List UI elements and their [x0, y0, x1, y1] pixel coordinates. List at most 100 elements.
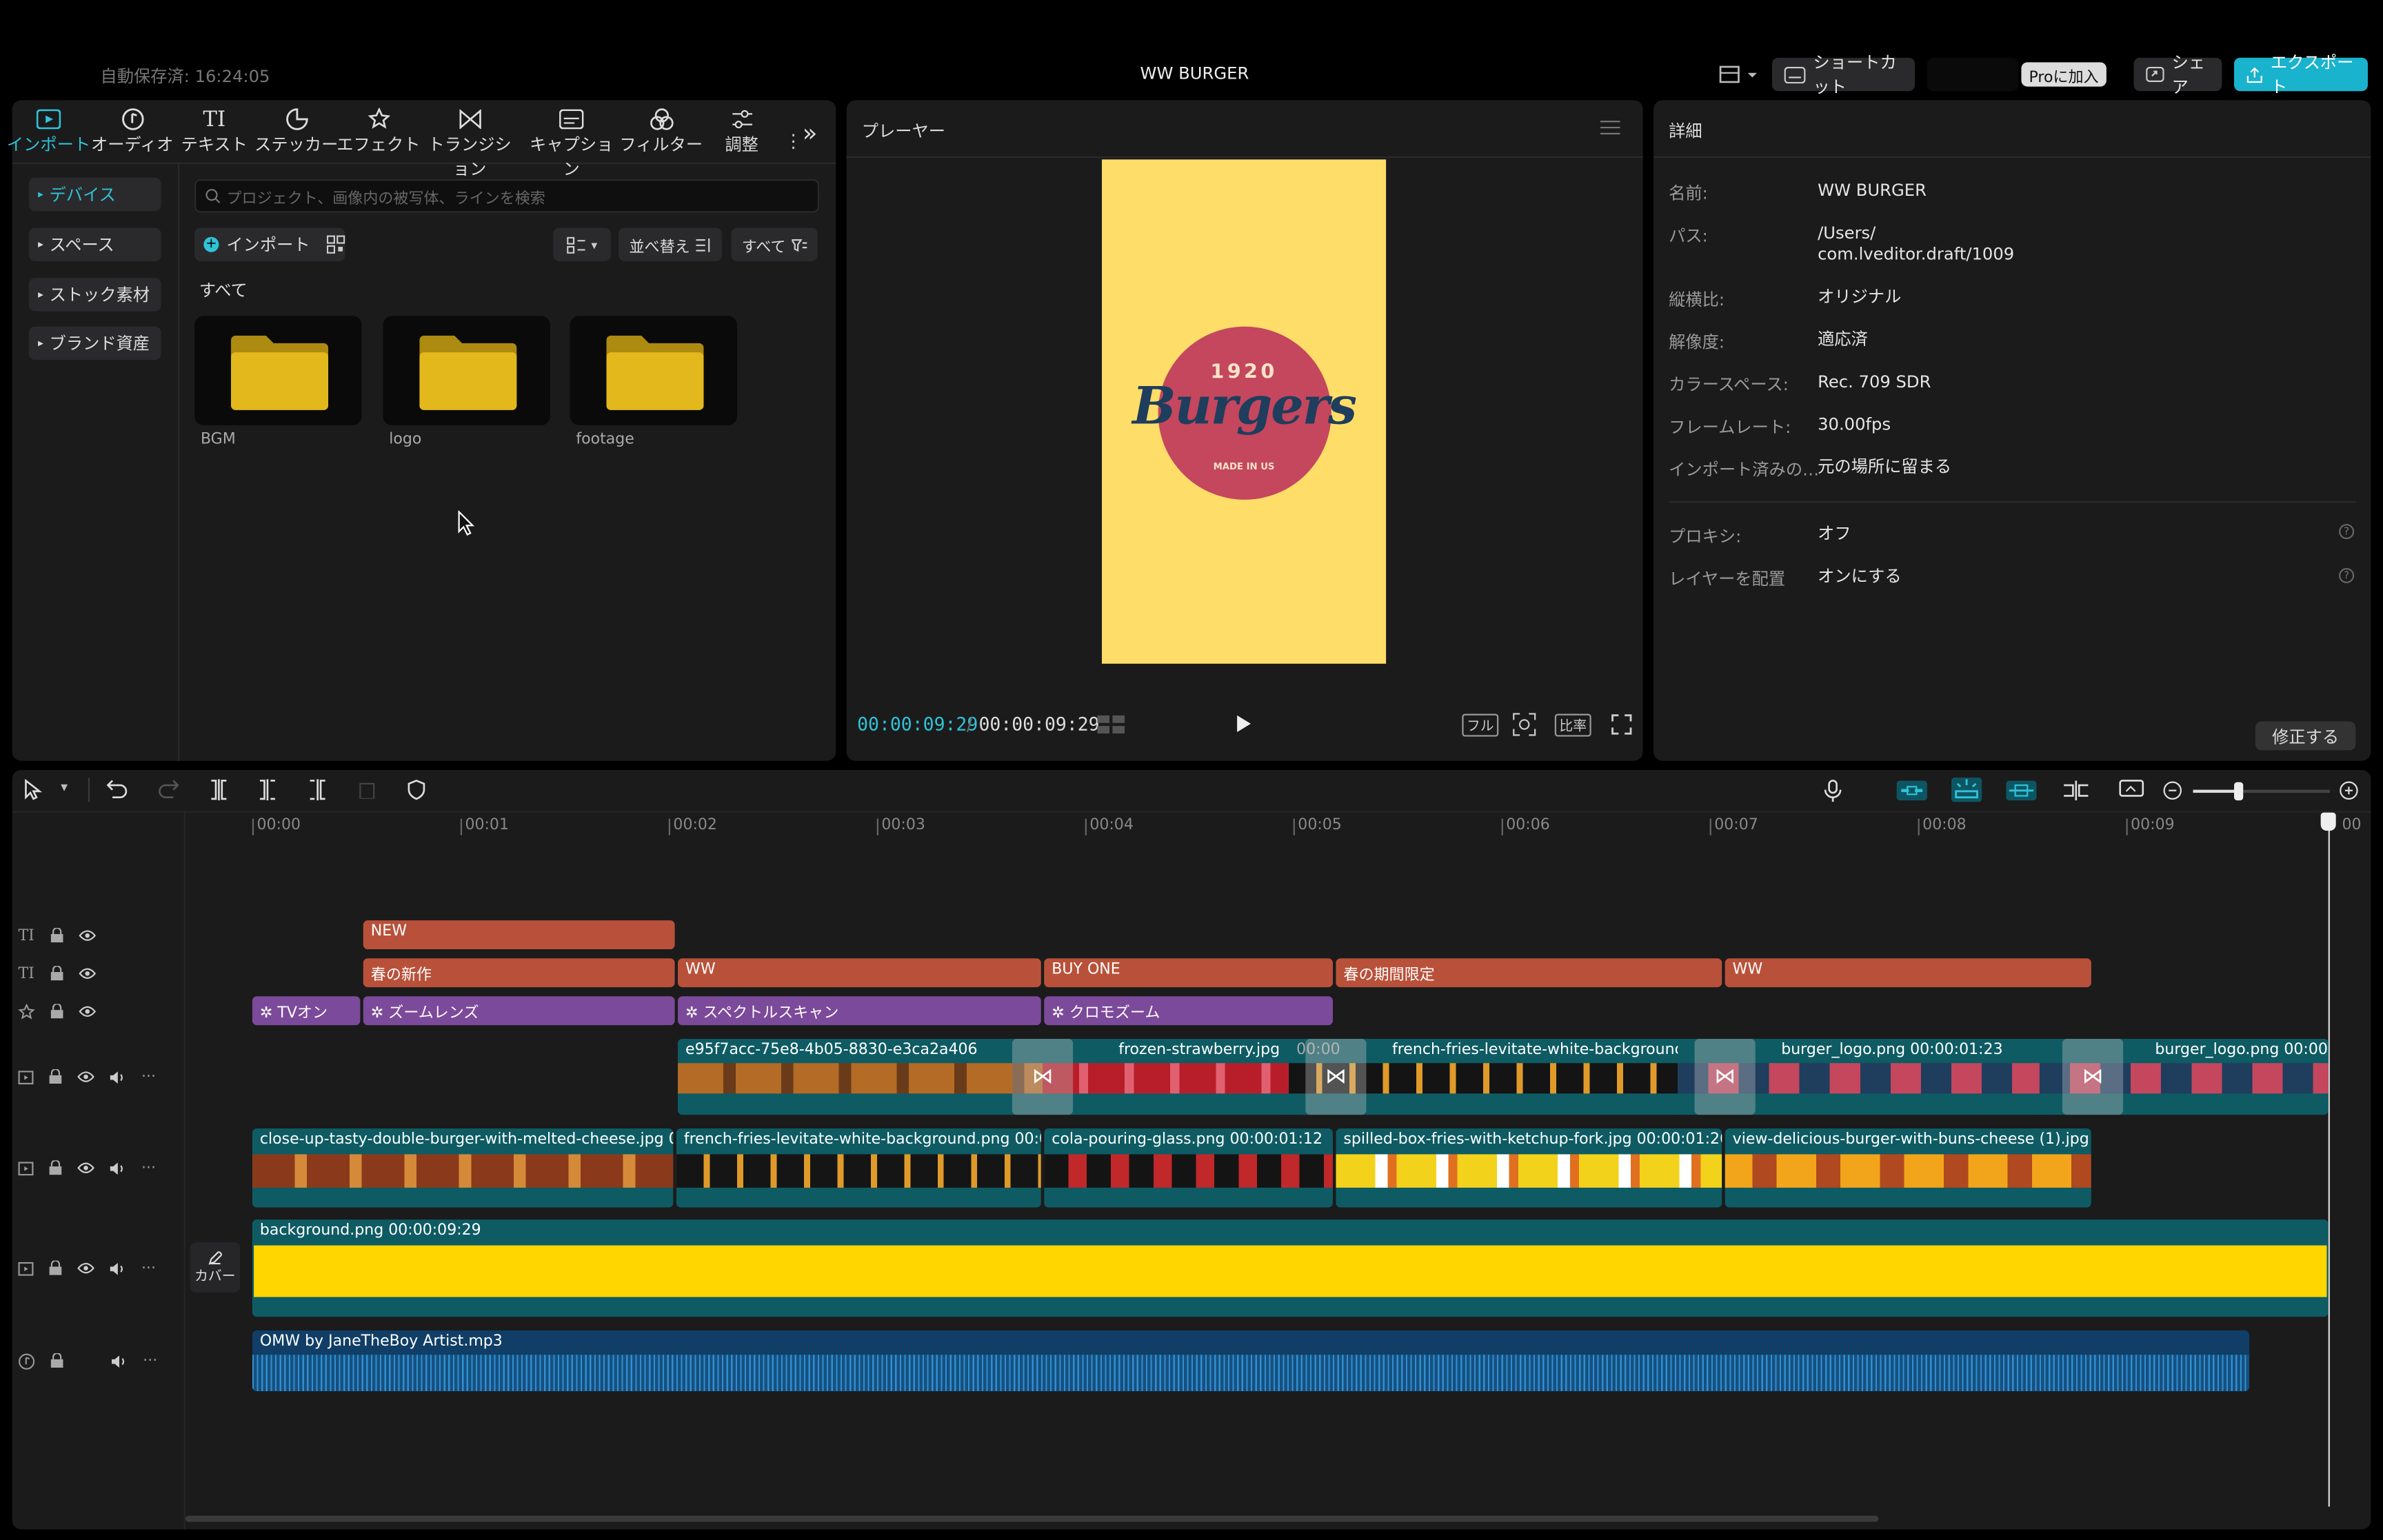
video-clip[interactable]: spilled-box-fries-with-ketchup-fork.jpg … [1336, 1128, 1722, 1208]
audio-clip[interactable]: OMW by JaneTheBoy Artist.mp3 [252, 1330, 2250, 1392]
detail-value-layer[interactable]: オンにする [1818, 567, 1902, 588]
fullscreen-icon[interactable] [1611, 714, 1632, 736]
chevron-down-icon[interactable]: ▾ [61, 780, 68, 796]
play-icon[interactable] [1236, 714, 1252, 734]
qr-icon[interactable] [326, 235, 345, 254]
video-clip[interactable]: cola-pouring-glass.png 00:00:01:12 [1044, 1128, 1333, 1208]
tab-caption[interactable]: キャプション [527, 106, 616, 179]
account-field[interactable] [1927, 57, 2019, 92]
sidebar-item-space[interactable]: ▸ スペース [28, 227, 161, 261]
video-clip[interactable]: frozen-strawberry.jpg [1043, 1038, 1289, 1115]
eye-icon[interactable] [78, 929, 96, 942]
undo-icon[interactable] [106, 779, 128, 799]
player-menu-icon[interactable] [1600, 120, 1620, 135]
share-button[interactable]: シェア [2133, 53, 2222, 97]
trim-right-icon[interactable] [308, 779, 326, 801]
eye-icon[interactable] [79, 1006, 96, 1018]
shortcut-button[interactable]: ショートカット [1771, 53, 1916, 97]
transition-icon[interactable]: ⋈ [1694, 1038, 1756, 1115]
full-quality-button[interactable]: フル [1462, 713, 1499, 737]
background-clip[interactable]: background.png 00:00:09:29 [252, 1219, 2329, 1317]
delete-icon[interactable] [359, 780, 375, 799]
playhead[interactable] [2328, 820, 2330, 1507]
playhead-handle[interactable] [2320, 812, 2336, 831]
eye-icon[interactable] [78, 967, 96, 980]
zoom-out-icon[interactable] [2162, 780, 2182, 800]
microphone-icon[interactable] [1824, 779, 1842, 802]
magnet-icon[interactable] [1951, 778, 1982, 802]
eye-icon[interactable] [77, 1162, 94, 1174]
transition-icon[interactable]: ⋈ [2062, 1038, 2124, 1115]
lock-icon[interactable] [49, 1069, 63, 1084]
tab-adjust[interactable]: 調整 [699, 106, 784, 158]
text-clip[interactable]: BUY ONE [1044, 958, 1333, 988]
transition-icon[interactable]: ⋈ [1305, 1038, 1367, 1115]
speaker-icon[interactable] [110, 1262, 126, 1275]
speaker-icon[interactable] [110, 1070, 126, 1084]
lock-icon[interactable] [49, 1260, 63, 1276]
video-clip[interactable]: view-delicious-burger-with-buns-cheese (… [1725, 1128, 2091, 1208]
zoom-fit-icon[interactable] [1512, 712, 1536, 736]
sidebar-item-brand[interactable]: ▸ ブランド資産 [28, 326, 161, 361]
folder-footage[interactable] [570, 316, 737, 425]
folder-bgm[interactable] [194, 316, 362, 425]
expand-tabs-icon[interactable]: » [803, 119, 818, 148]
sidebar-item-stock[interactable]: ▸ ストック素材 [28, 278, 161, 312]
sort-button[interactable]: 並べ替え [619, 227, 722, 261]
media-search-input[interactable]: プロジェクト、画像内の被写体、ラインを検索 [194, 179, 820, 213]
tab-effect[interactable]: エフェクト [336, 106, 421, 158]
video-clip[interactable]: e95f7acc-75e8-4b05-8830-e3ca2a406 [678, 1038, 1043, 1115]
more-icon[interactable]: ··· [143, 1352, 157, 1369]
lock-icon[interactable] [50, 1004, 64, 1019]
tab-sticker[interactable]: ステッカー [254, 106, 339, 158]
text-clip[interactable]: NEW [363, 920, 675, 950]
trim-left-icon[interactable] [259, 779, 276, 801]
view-mode-button[interactable]: ▾ [553, 227, 612, 261]
export-button[interactable]: エクスポート [2234, 53, 2368, 97]
cover-button[interactable]: カバー [190, 1242, 241, 1293]
ratio-button[interactable]: 比率 [1554, 713, 1591, 737]
lock-icon[interactable] [50, 1353, 64, 1368]
layout-menu-icon[interactable] [1714, 62, 1763, 86]
zoom-slider-handle[interactable] [2234, 782, 2244, 801]
import-button[interactable]: + インポート [194, 227, 345, 261]
video-clip[interactable]: french-fries-levitate-white-background.p… [676, 1128, 1041, 1208]
effect-clip[interactable]: ✲ TVオン [252, 996, 361, 1026]
tab-transition[interactable]: トランジション [421, 106, 519, 179]
lock-icon[interactable] [49, 1160, 63, 1175]
text-clip[interactable]: WW [678, 958, 1041, 988]
transition-icon[interactable]: ⋈ [1012, 1038, 1074, 1115]
eye-icon[interactable] [77, 1262, 94, 1275]
detail-value-proxy[interactable]: オフ [1818, 524, 1851, 545]
shield-icon[interactable] [408, 779, 425, 800]
linkage-icon[interactable] [2006, 780, 2037, 801]
video-clip[interactable]: close-up-tasty-double-burger-with-melted… [252, 1128, 674, 1208]
eye-icon[interactable] [77, 1071, 94, 1083]
effect-clip[interactable]: ✲ ズームレンズ [363, 996, 675, 1026]
lock-icon[interactable] [50, 928, 63, 943]
help-icon[interactable]: ? [2339, 567, 2355, 584]
speaker-icon[interactable] [110, 1161, 126, 1175]
snap-link-icon[interactable] [1896, 780, 1927, 801]
more-icon[interactable]: ··· [141, 1159, 156, 1176]
select-tool-icon[interactable] [24, 779, 43, 802]
more-tabs-icon[interactable]: ⋮ [784, 130, 802, 152]
tab-text[interactable]: TI テキスト [172, 106, 257, 158]
timecode-grid-icon[interactable] [1097, 715, 1127, 734]
more-icon[interactable]: ··· [141, 1260, 156, 1277]
speaker-icon[interactable] [111, 1354, 128, 1368]
filter-button[interactable]: すべて [731, 227, 818, 261]
text-clip[interactable]: WW [1725, 958, 2091, 988]
tab-filter[interactable]: フィルター [619, 106, 703, 158]
help-icon[interactable]: ? [2339, 524, 2355, 540]
split-clip-icon[interactable] [2062, 780, 2090, 801]
more-icon[interactable]: ··· [141, 1068, 156, 1085]
effect-clip[interactable]: ✲ スペクトルスキャン [678, 996, 1041, 1026]
lock-icon[interactable] [50, 966, 63, 981]
preview-canvas[interactable]: 1920 Burgers MADE IN US [1101, 159, 1387, 664]
tab-import[interactable]: インポート [6, 106, 91, 158]
redo-icon[interactable] [158, 779, 179, 799]
effect-clip[interactable]: ✲ クロモズーム [1044, 996, 1333, 1026]
timeline-scrollbar[interactable] [185, 1515, 1879, 1522]
tab-audio[interactable]: オーディオ [90, 106, 174, 158]
